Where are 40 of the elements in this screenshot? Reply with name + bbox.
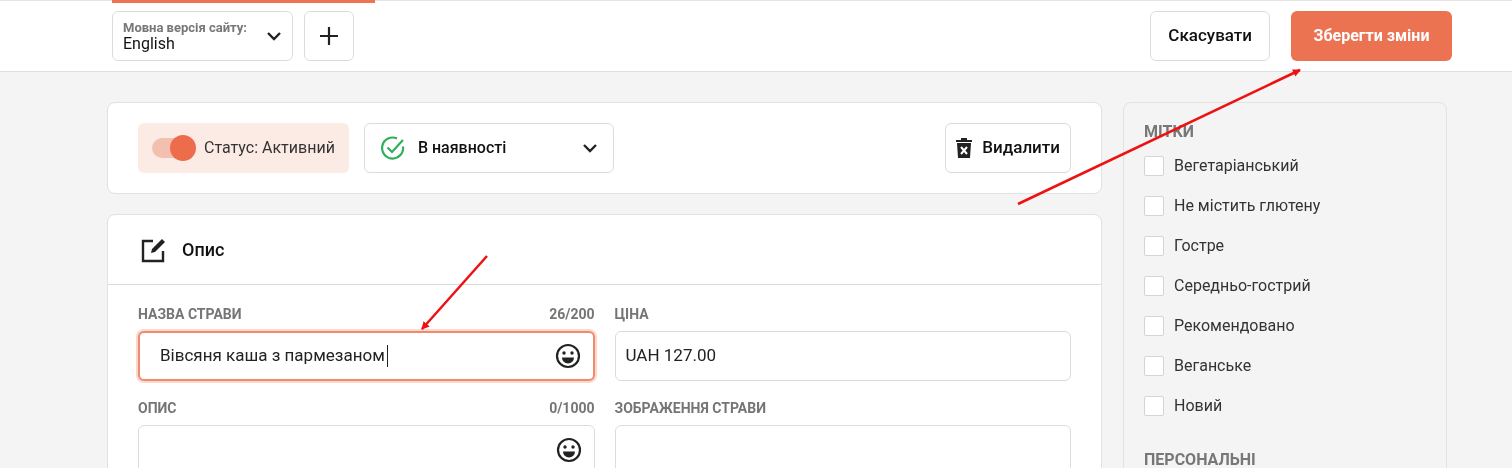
cancel-button[interactable]: Скасувати (1150, 11, 1270, 61)
input-field[interactable] (138, 425, 595, 468)
checkbox[interactable] (1144, 356, 1164, 376)
trash-icon (956, 137, 973, 159)
tag-label: Гостре (1174, 235, 1225, 257)
checkbox[interactable] (1144, 156, 1164, 176)
field-label: ЗОБРАЖЕННЯ СТРАВИ (614, 401, 766, 415)
tag-label: Вегетаріанський (1174, 155, 1299, 177)
checkbox[interactable] (1144, 316, 1164, 336)
checkbox[interactable] (1144, 276, 1164, 296)
tag-label: Середньо-гострий (1174, 275, 1311, 297)
tag-label: Не містить глютену (1174, 195, 1321, 217)
tag-label: Новий (1174, 395, 1223, 417)
section-title: Опис (182, 238, 225, 262)
field-label: ОПИС (138, 401, 177, 415)
panel-heading: ПЕРСОНАЛЬНІ (1144, 451, 1257, 468)
availability-select[interactable]: В наявності (363, 123, 614, 173)
emoji-icon[interactable] (554, 343, 581, 369)
tag-label: Веганське (1174, 355, 1252, 377)
add-button[interactable] (304, 11, 354, 61)
checkbox[interactable] (1144, 396, 1164, 416)
checkbox[interactable] (1144, 196, 1164, 216)
input-field[interactable]: UAH 127.00 (614, 331, 1071, 381)
language-select[interactable]: Мовна версія сайту: English (112, 11, 293, 61)
field-label: ЦІНА (614, 307, 649, 321)
tag-label: Рекомендовано (1174, 315, 1295, 337)
field-label: НАЗВА СТРАВИ (138, 307, 242, 321)
character-counter: 0/1000 (549, 401, 595, 415)
chevron-down-icon (581, 143, 598, 153)
plus-icon (319, 26, 339, 46)
status-toggle[interactable]: Статус: Активний (138, 123, 349, 173)
edit-icon (140, 236, 166, 263)
input-field[interactable]: Вівсяня каша з пармезаном (138, 331, 595, 381)
image-upload-area[interactable] (614, 425, 1071, 468)
checkbox[interactable] (1144, 236, 1164, 256)
delete-button[interactable]: Видалити (945, 123, 1071, 173)
check-circle-icon (379, 135, 406, 161)
emoji-icon[interactable] (555, 437, 582, 463)
character-counter: 26/200 (549, 307, 595, 321)
chevron-down-icon (266, 31, 282, 41)
